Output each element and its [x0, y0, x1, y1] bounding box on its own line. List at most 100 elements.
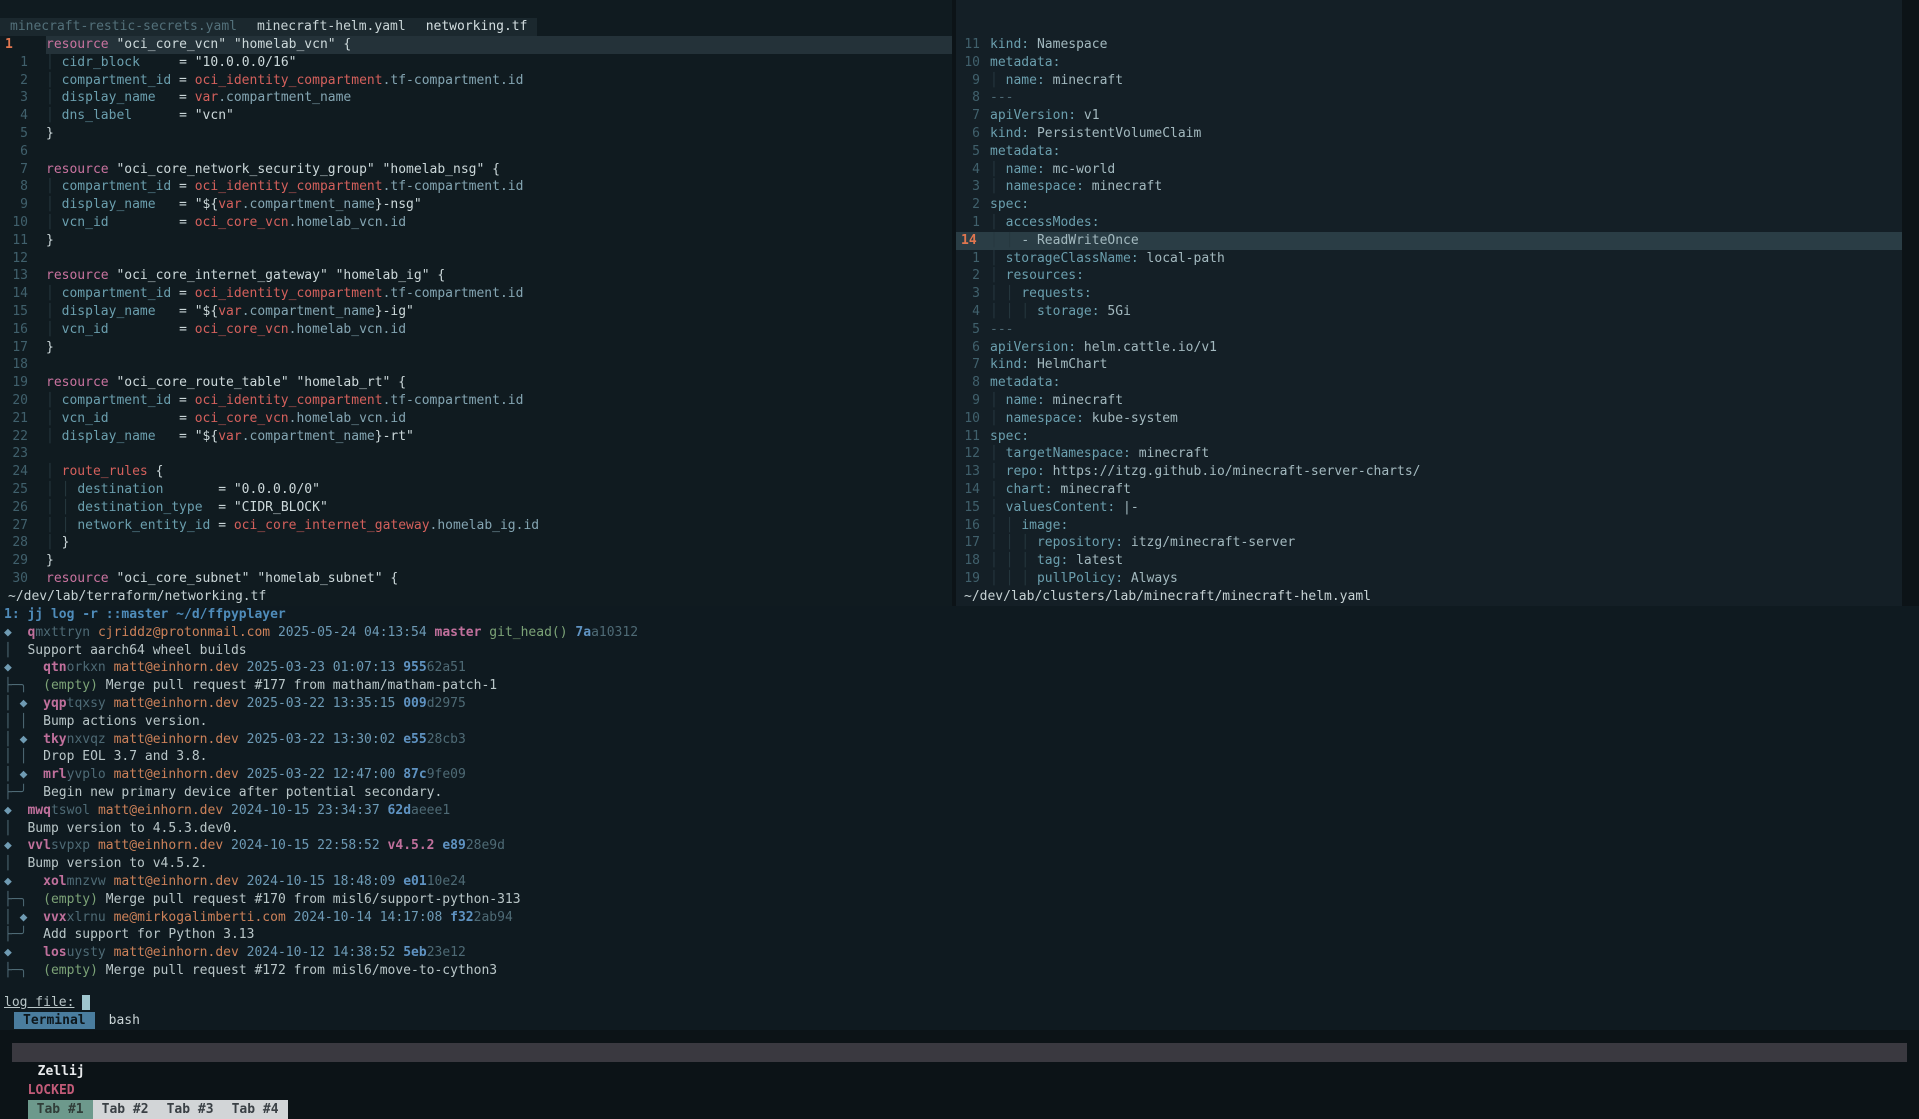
code-line[interactable]: 9│ display_name = "${var.compartment_nam… [0, 196, 952, 214]
terminal-pane[interactable]: 1: jj log -r ::master ~/d/ffpyplayer ◆ q… [0, 606, 1919, 1030]
code-line[interactable]: 22│ display_name = "${var.compartment_na… [0, 428, 952, 446]
code-line[interactable]: 23 [0, 445, 952, 463]
token [106, 910, 114, 925]
code-line[interactable]: 18 [0, 356, 952, 374]
code-line[interactable]: 13│ repo: https://itzg.github.io/minecra… [956, 463, 1902, 481]
code-line[interactable]: 1│ storageClassName: local-path [956, 250, 1902, 268]
code-line[interactable]: 12 [0, 250, 952, 268]
log-line: ├─╮ (empty) Merge pull request #172 from… [0, 962, 1919, 980]
prompt-row[interactable]: log file: [0, 994, 1919, 1012]
code-line[interactable]: 5--- [956, 321, 1902, 339]
token: │ │ │ [990, 553, 1037, 568]
line-text: │ │ destination_type = "CIDR_BLOCK" [46, 499, 952, 517]
code-line[interactable]: 26│ │ destination_type = "CIDR_BLOCK" [0, 499, 952, 517]
terminal-chip[interactable]: Terminal [14, 1012, 95, 1030]
code-line[interactable]: 15│ valuesContent: |- [956, 499, 1902, 517]
code-line[interactable]: 11kind: Namespace [956, 36, 1902, 54]
code-line[interactable]: 8metadata: [956, 374, 1902, 392]
code-line[interactable]: 8--- [956, 89, 1902, 107]
token: repo: [1006, 464, 1045, 479]
code-line[interactable]: 3│ display_name = var.compartment_name [0, 89, 952, 107]
code-line[interactable]: 5} [0, 125, 952, 143]
code-line[interactable]: 25│ │ destination = "0.0.0.0/0" [0, 481, 952, 499]
zellij-tab[interactable]: Tab #2 [93, 1100, 158, 1119]
zellij-tab[interactable]: Tab #4 [223, 1100, 288, 1119]
token: .tf-compartment.id [383, 73, 524, 88]
code-line[interactable]: 3│ │ requests: [956, 285, 1902, 303]
buffer-tab[interactable]: networking.tf [416, 18, 538, 36]
token: metadata: [990, 144, 1060, 159]
token: = [132, 108, 195, 123]
line-text: kind: HelmChart [990, 356, 1902, 374]
code-line[interactable]: 2│ compartment_id = oci_identity_compart… [0, 72, 952, 90]
buffer-tab[interactable]: minecraft-helm.yaml [247, 18, 416, 36]
code-line[interactable]: 19│ │ │ pullPolicy: Always [956, 570, 1902, 588]
code-line[interactable]: 16│ │ image: [956, 517, 1902, 535]
code-line-cursor[interactable]: 1resource "oci_core_vcn" "homelab_vcn" { [0, 36, 952, 54]
buffer-tab[interactable]: minecraft-restic-secrets.yaml [0, 18, 247, 36]
code-line[interactable]: 10│ vcn_id = oci_core_vcn.homelab_vcn.id [0, 214, 952, 232]
code-line[interactable]: 6apiVersion: helm.cattle.io/v1 [956, 339, 1902, 357]
code-line[interactable]: 17} [0, 339, 952, 357]
line-text [46, 143, 952, 161]
line-text: │ resources: [990, 267, 1902, 285]
zellij-tab[interactable]: Tab #3 [158, 1100, 223, 1119]
terminal-tab-row: Terminalbash [0, 1012, 1919, 1030]
code-line[interactable]: 12│ targetNamespace: minecraft [956, 445, 1902, 463]
zellij-tab[interactable]: Tab #1 [28, 1100, 93, 1119]
code-line[interactable]: 27│ │ network_entity_id = oci_core_inter… [0, 517, 952, 535]
editor-pane-minecraft-helm[interactable]: 11kind: Namespace10metadata:9│ name: min… [956, 0, 1902, 606]
token: ◆ [4, 945, 12, 960]
code-line[interactable]: 19resource "oci_core_route_table" "homel… [0, 374, 952, 392]
code-line[interactable]: 3│ namespace: minecraft [956, 178, 1902, 196]
token [90, 625, 98, 640]
token: }-ig" [375, 304, 414, 319]
code-line[interactable]: 6kind: PersistentVolumeClaim [956, 125, 1902, 143]
code-line[interactable]: 4│ dns_label = "vcn" [0, 107, 952, 125]
code-line[interactable]: 24│ route_rules { [0, 463, 952, 481]
code-line[interactable]: 10metadata: [956, 54, 1902, 72]
code-line[interactable]: 20│ compartment_id = oci_identity_compar… [0, 392, 952, 410]
code-line[interactable]: 18│ │ │ tag: latest [956, 552, 1902, 570]
code-line[interactable]: 15│ display_name = "${var.compartment_na… [0, 303, 952, 321]
token: Drop EOL 3.7 and 3.8. [27, 749, 207, 764]
code-line[interactable]: 4│ │ │ storage: 5Gi [956, 303, 1902, 321]
line-text: │ display_name = "${var.compartment_name… [46, 428, 952, 446]
token [380, 838, 388, 853]
code-line[interactable]: 7resource "oci_core_network_security_gro… [0, 161, 952, 179]
code-line-cursor[interactable]: 14│ │ - ReadWriteOnce [956, 232, 1902, 250]
code-line[interactable]: 29} [0, 552, 952, 570]
code-line[interactable]: 10│ namespace: kube-system [956, 410, 1902, 428]
token: 5Gi [1100, 304, 1131, 319]
code-line[interactable]: 7kind: HelmChart [956, 356, 1902, 374]
code-line[interactable]: 1│ accessModes: [956, 214, 1902, 232]
code-line[interactable]: 9│ name: minecraft [956, 72, 1902, 90]
token: .homelab_ig.id [430, 518, 540, 533]
code-line[interactable]: 1│ cidr_block = "10.0.0.0/16" [0, 54, 952, 72]
code-line[interactable]: 5metadata: [956, 143, 1902, 161]
code-line[interactable]: 2spec: [956, 196, 1902, 214]
editor-pane-networking-tf[interactable]: minecraft-restic-secrets.yamlminecraft-h… [0, 0, 952, 606]
code-line[interactable]: 7apiVersion: v1 [956, 107, 1902, 125]
code-line[interactable]: 4│ name: mc-world [956, 161, 1902, 179]
token: Begin new primary device after potential… [27, 785, 442, 800]
code-line[interactable]: 11spec: [956, 428, 1902, 446]
code-line[interactable]: 6 [0, 143, 952, 161]
code-line[interactable]: 13resource "oci_core_internet_gateway" "… [0, 267, 952, 285]
code-line[interactable]: 9│ name: minecraft [956, 392, 1902, 410]
statusline-right: ~/dev/lab/clusters/lab/minecraft/minecra… [956, 588, 1902, 606]
code-line[interactable]: 28│ } [0, 534, 952, 552]
code-line[interactable]: 8│ compartment_id = oci_identity_compart… [0, 178, 952, 196]
code-line[interactable]: 14│ chart: minecraft [956, 481, 1902, 499]
token: 62a51 [427, 660, 466, 675]
token: │ [46, 535, 62, 550]
code-line[interactable]: 21│ vcn_id = oci_core_vcn.homelab_vcn.id [0, 410, 952, 428]
token: kube-system [1084, 411, 1178, 426]
token: } [62, 535, 70, 550]
code-line[interactable]: 30resource "oci_core_subnet" "homelab_su… [0, 570, 952, 588]
code-line[interactable]: 16│ vcn_id = oci_core_vcn.homelab_vcn.id [0, 321, 952, 339]
code-line[interactable]: 11} [0, 232, 952, 250]
code-line[interactable]: 14│ compartment_id = oci_identity_compar… [0, 285, 952, 303]
code-line[interactable]: 17│ │ │ repository: itzg/minecraft-serve… [956, 534, 1902, 552]
code-line[interactable]: 2│ resources: [956, 267, 1902, 285]
